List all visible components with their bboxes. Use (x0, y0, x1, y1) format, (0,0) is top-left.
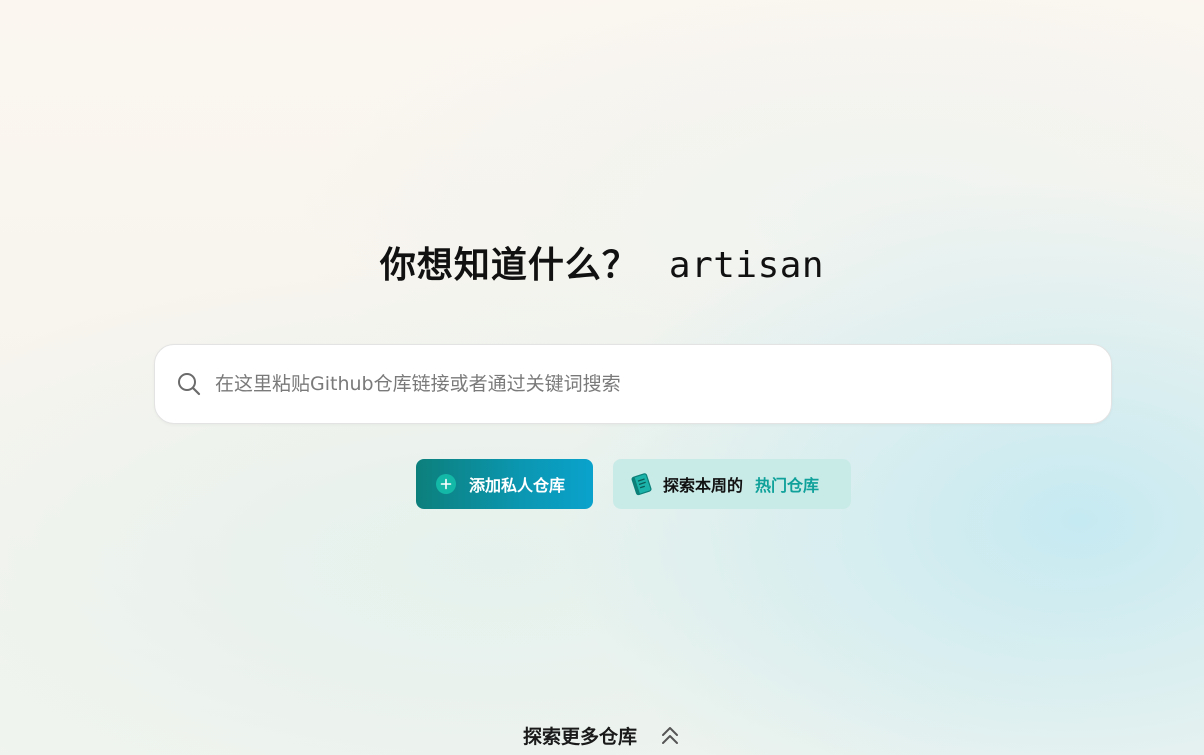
plus-circle-icon (436, 474, 456, 494)
explore-trending-button[interactable]: 探索本周的 热门仓库 (613, 459, 851, 509)
page-title: 你想知道什么？ artisan (0, 236, 1204, 288)
add-private-repo-button[interactable]: 添加私人仓库 (416, 459, 593, 509)
search-box[interactable] (154, 344, 1112, 424)
explore-more-repos-toggle[interactable]: 探索更多仓库 (0, 722, 1204, 749)
search-icon (178, 373, 201, 396)
double-chevron-up-icon (662, 726, 678, 744)
headline-question: 你想知道什么？ (379, 245, 639, 286)
trending-repos-highlight: 热门仓库 (755, 476, 820, 495)
explore-more-label: 探索更多仓库 (522, 726, 637, 748)
add-private-repo-label: 添加私人仓库 (469, 476, 566, 495)
book-icon (631, 473, 652, 496)
search-input[interactable] (215, 364, 1075, 404)
explore-trending-label: 探索本周的 (663, 476, 744, 495)
headline-keyword: artisan (668, 245, 825, 286)
